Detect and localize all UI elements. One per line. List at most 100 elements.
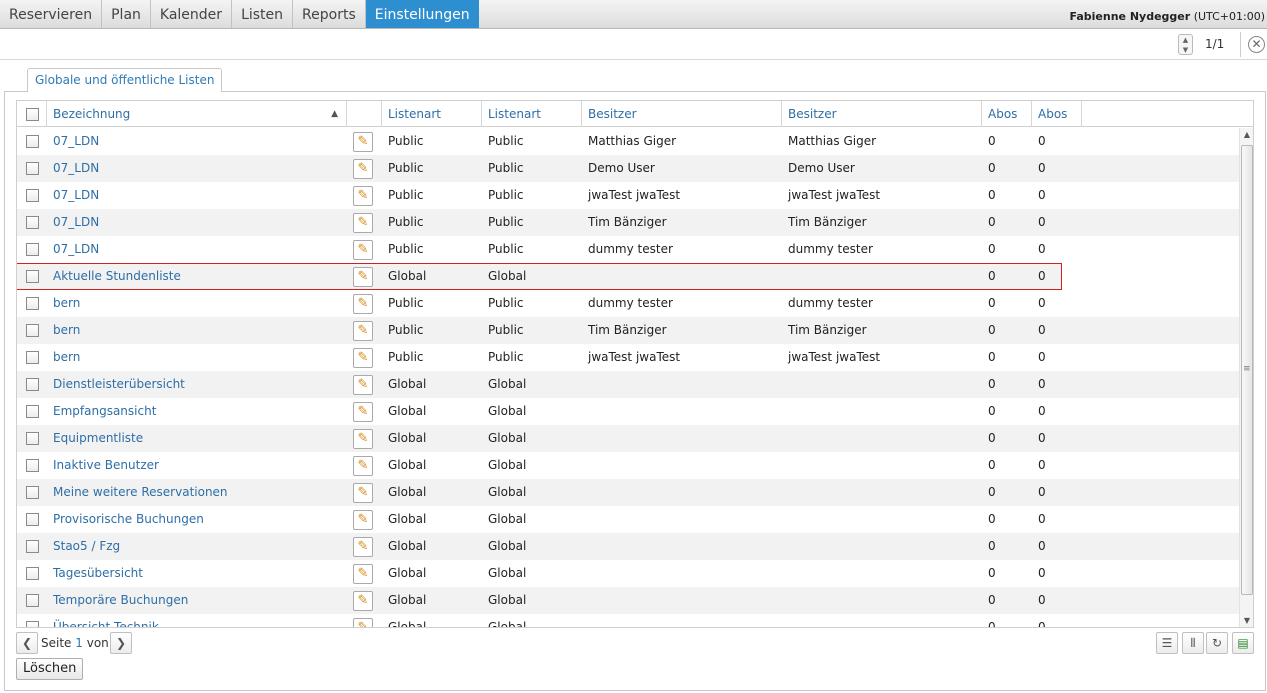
pencil-icon[interactable]: ✎ (353, 186, 373, 206)
list-view-icon[interactable]: ☰ (1156, 632, 1178, 654)
list-name-link[interactable]: Tagesübersicht (53, 560, 143, 587)
row-checkbox[interactable] (26, 351, 39, 364)
table-row[interactable]: Tagesübersicht ✎ Global Global 0 0 (17, 560, 1239, 587)
table-row[interactable]: Empfangsansicht ✎ Global Global 0 0 (17, 398, 1239, 425)
col-bezeichnung[interactable]: Bezeichnung ▲ (47, 101, 347, 127)
list-name-link[interactable]: Temporäre Buchungen (53, 587, 188, 614)
row-checkbox[interactable] (26, 459, 39, 472)
pencil-icon[interactable]: ✎ (353, 510, 373, 530)
chevron-left-icon[interactable]: ❮ (16, 632, 38, 654)
list-name-link[interactable]: Inaktive Benutzer (53, 452, 159, 479)
row-checkbox[interactable] (26, 405, 39, 418)
row-checkbox[interactable] (26, 270, 39, 283)
row-checkbox[interactable] (26, 567, 39, 580)
chevron-right-icon[interactable]: ❯ (110, 632, 132, 654)
table-row[interactable]: 07_LDN ✎ Public Public dummy tester dummy tes… (17, 236, 1239, 263)
nav-plan[interactable]: Plan (102, 0, 151, 28)
pencil-icon[interactable]: ✎ (353, 591, 373, 611)
col-listenart-1[interactable]: Listenart (382, 101, 482, 127)
table-row[interactable]: bern ✎ Public Public Tim Bänziger Tim Bänzige… (17, 317, 1239, 344)
pencil-icon[interactable]: ✎ (353, 321, 373, 341)
list-name-link[interactable]: bern (53, 344, 80, 371)
row-checkbox[interactable] (26, 594, 39, 607)
list-name-link[interactable]: 07_LDN (53, 236, 99, 263)
close-icon[interactable]: ✕ (1248, 36, 1265, 53)
table-row[interactable]: Dienstleisterübersicht ✎ Global Global 0 0 (17, 371, 1239, 398)
list-name-link[interactable]: Provisorische Buchungen (53, 506, 204, 533)
scroll-up-icon[interactable]: ▲ (1240, 128, 1253, 142)
list-name-link[interactable]: 07_LDN (53, 209, 99, 236)
nav-reports[interactable]: Reports (293, 0, 366, 28)
spinner-down-icon[interactable]: ▼ (1179, 45, 1192, 55)
pencil-icon[interactable]: ✎ (353, 240, 373, 260)
excel-export-icon[interactable]: ▤ (1232, 632, 1254, 654)
nav-listen[interactable]: Listen (232, 0, 294, 28)
delete-button[interactable]: Löschen (16, 658, 84, 680)
row-checkbox[interactable] (26, 162, 39, 175)
pencil-icon[interactable]: ✎ (353, 375, 373, 395)
pencil-icon[interactable]: ✎ (353, 213, 373, 233)
row-checkbox[interactable] (26, 513, 39, 526)
tab-global-public-lists[interactable]: Globale und öffentliche Listen (27, 68, 223, 92)
current-page[interactable]: 1 (75, 636, 83, 650)
table-row[interactable]: Stao5 / Fzg ✎ Global Global 0 0 (17, 533, 1239, 560)
list-name-link[interactable]: 07_LDN (53, 155, 99, 182)
list-name-link[interactable]: bern (53, 317, 80, 344)
row-checkbox[interactable] (26, 135, 39, 148)
pencil-icon[interactable]: ✎ (353, 402, 373, 422)
table-row[interactable]: 07_LDN ✎ Public Public Tim Bänziger Tim Bänzi… (17, 209, 1239, 236)
table-row[interactable]: bern ✎ Public Public jwaTest jwaTest jwaTest … (17, 344, 1239, 371)
table-row[interactable]: Inaktive Benutzer ✎ Global Global 0 0 (17, 452, 1239, 479)
table-row[interactable]: Equipmentliste ✎ Global Global 0 0 (17, 425, 1239, 452)
pencil-icon[interactable]: ✎ (353, 537, 373, 557)
row-checkbox[interactable] (26, 243, 39, 256)
row-checkbox[interactable] (26, 189, 39, 202)
refresh-icon[interactable]: ↻ (1206, 632, 1228, 654)
table-row[interactable]: Temporäre Buchungen ✎ Global Global 0 0 (17, 587, 1239, 614)
table-row[interactable]: 07_LDN ✎ Public Public Demo User Demo User 0 0 (17, 155, 1239, 182)
spinner-up-icon[interactable]: ▲ (1179, 35, 1192, 45)
table-row[interactable]: Meine weitere Reservationen ✎ Global Global… (17, 479, 1239, 506)
list-name-link[interactable]: bern (53, 290, 80, 317)
table-row[interactable]: bern ✎ Public Public dummy tester dummy teste… (17, 290, 1239, 317)
list-name-link[interactable]: Stao5 / Fzg (53, 533, 120, 560)
col-abos-1[interactable]: Abos (982, 101, 1032, 127)
list-name-link[interactable]: Dienstleisterübersicht (53, 371, 185, 398)
list-name-link[interactable]: Aktuelle Stundenliste (53, 263, 181, 290)
select-all-checkbox[interactable] (26, 108, 39, 121)
pencil-icon[interactable]: ✎ (353, 294, 373, 314)
pencil-icon[interactable]: ✎ (353, 483, 373, 503)
pencil-icon[interactable]: ✎ (353, 267, 373, 287)
nav-einstellungen[interactable]: Einstellungen (365, 0, 479, 28)
pencil-icon[interactable]: ✎ (353, 618, 373, 627)
row-checkbox[interactable] (26, 324, 39, 337)
row-checkbox[interactable] (26, 378, 39, 391)
nav-reservieren[interactable]: Reservieren (0, 0, 103, 28)
list-name-link[interactable]: Meine weitere Reservationen (53, 479, 228, 506)
pencil-icon[interactable]: ✎ (353, 456, 373, 476)
col-besitzer-2[interactable]: Besitzer (782, 101, 982, 127)
row-checkbox[interactable] (26, 486, 39, 499)
list-name-link[interactable]: Empfangsansicht (53, 398, 156, 425)
col-abos-2[interactable]: Abos (1032, 101, 1082, 127)
row-checkbox[interactable] (26, 432, 39, 445)
row-checkbox[interactable] (26, 540, 39, 553)
pencil-icon[interactable]: ✎ (353, 429, 373, 449)
page-spinner[interactable]: ▲ ▼ (1178, 34, 1193, 55)
scroll-down-icon[interactable]: ▼ (1240, 614, 1253, 627)
table-row[interactable]: 07_LDN ✎ Public Public jwaTest jwaTest jwaTes… (17, 182, 1239, 209)
pencil-icon[interactable]: ✎ (353, 159, 373, 179)
list-name-link[interactable]: Equipmentliste (53, 425, 143, 452)
row-checkbox[interactable] (26, 621, 39, 627)
table-row[interactable]: Aktuelle Stundenliste ✎ Global Global 0 0 (17, 263, 1062, 290)
pencil-icon[interactable]: ✎ (353, 564, 373, 584)
row-checkbox[interactable] (26, 297, 39, 310)
table-row[interactable]: Übersicht Technik ✎ Global Global 0 0 (17, 614, 1239, 627)
list-name-link[interactable]: Übersicht Technik (53, 614, 159, 627)
table-row[interactable]: Provisorische Buchungen ✎ Global Global 0 0 (17, 506, 1239, 533)
pencil-icon[interactable]: ✎ (353, 132, 373, 152)
row-checkbox[interactable] (26, 216, 39, 229)
list-name-link[interactable]: 07_LDN (53, 182, 99, 209)
table-row[interactable]: 07_LDN ✎ Public Public Matthias Giger Matthia… (17, 128, 1239, 155)
pencil-icon[interactable]: ✎ (353, 348, 373, 368)
